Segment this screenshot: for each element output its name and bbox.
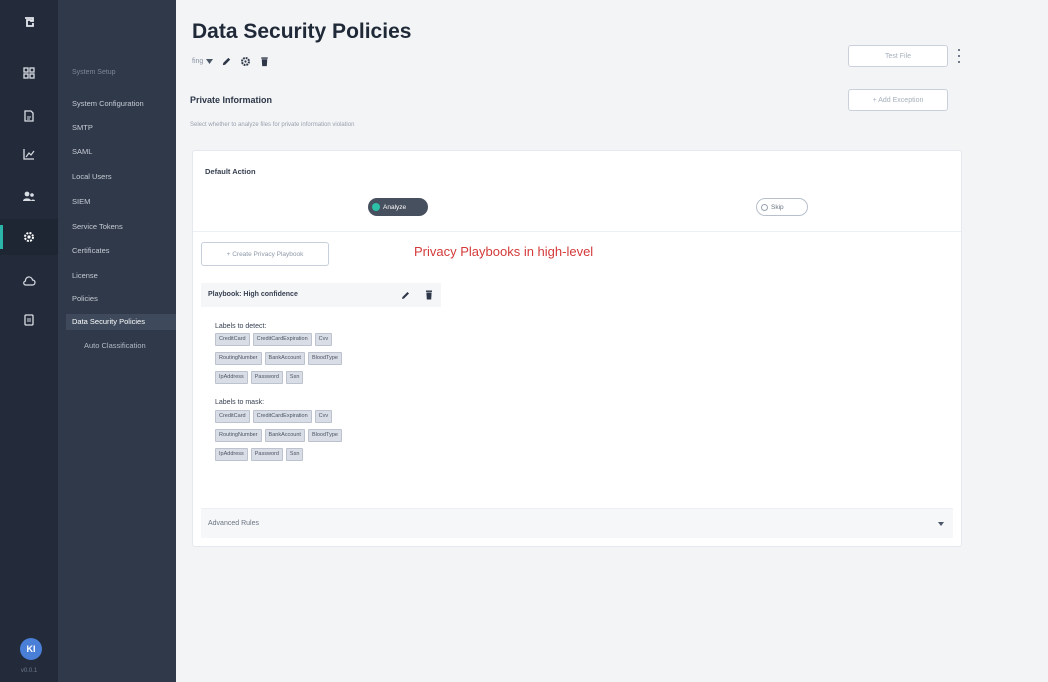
policy-card: Default Action Analyze Skip + Create Pri… bbox=[192, 150, 962, 547]
document-icon[interactable] bbox=[0, 302, 58, 338]
advanced-rules-accordion[interactable]: Advanced Rules bbox=[201, 508, 953, 538]
caret-down-icon bbox=[206, 58, 214, 64]
mask-tag: CreditCard bbox=[215, 410, 250, 423]
subnav-item-license[interactable]: License bbox=[72, 271, 98, 280]
page-title: Data Security Policies bbox=[192, 20, 412, 43]
detect-tag: BankAccount bbox=[264, 352, 305, 365]
mask-tag-row: RoutingNumber BankAccount BloodType bbox=[215, 429, 342, 442]
version-selector-value: fing bbox=[192, 57, 204, 65]
section-subtitle: Select whether to analyze files for priv… bbox=[190, 122, 355, 128]
radio-selected-icon bbox=[372, 203, 380, 211]
detect-tag: CreditCard bbox=[215, 333, 250, 346]
grid-icon[interactable] bbox=[0, 55, 58, 91]
detect-tag: Cvv bbox=[314, 333, 333, 346]
advanced-rules-label: Advanced Rules bbox=[208, 520, 259, 527]
cloud-icon[interactable] bbox=[0, 263, 58, 299]
delete-playbook-trash-icon[interactable] bbox=[423, 289, 435, 301]
users-icon[interactable] bbox=[0, 178, 58, 214]
subnav-item-policies[interactable]: Policies bbox=[72, 294, 98, 303]
playbook-name: Playbook: High confidence bbox=[208, 291, 298, 298]
pencil-icon[interactable] bbox=[220, 55, 232, 67]
radio-unselected-icon bbox=[761, 203, 768, 211]
skip-label: Skip bbox=[771, 203, 784, 211]
detect-tag-row: CreditCard CreditCardExpiration Cvv bbox=[215, 333, 333, 346]
detect-tag: BloodType bbox=[307, 352, 342, 365]
detect-tag-row: RoutingNumber BankAccount BloodType bbox=[215, 352, 342, 365]
detect-tag: CreditCardExpiration bbox=[252, 333, 312, 346]
card-divider bbox=[193, 231, 961, 232]
edit-playbook-pencil-icon[interactable] bbox=[400, 289, 412, 301]
labels-to-detect-title: Labels to detect: bbox=[215, 323, 267, 330]
mask-tag-row: CreditCard CreditCardExpiration Cvv bbox=[215, 410, 333, 423]
subnav-item-system-configuration[interactable]: System Configuration bbox=[72, 99, 144, 108]
mask-tag-row: IpAddress Password Ssn bbox=[215, 448, 304, 461]
subnav-item-auto-classification[interactable]: Auto Classification bbox=[84, 341, 146, 350]
version-selector[interactable]: fing bbox=[192, 57, 214, 65]
detect-tag: Ssn bbox=[285, 371, 304, 384]
mask-tag: IpAddress bbox=[215, 448, 248, 461]
annotation-text: Privacy Playbooks in high-level bbox=[414, 244, 594, 259]
gear-icon[interactable] bbox=[0, 219, 58, 255]
skip-radio[interactable]: Skip bbox=[756, 198, 808, 216]
trash-icon[interactable] bbox=[258, 55, 270, 67]
settings-subnav: System Setup System Configuration SMTP S… bbox=[58, 0, 176, 682]
subnav-item-data-security-policies[interactable]: Data Security Policies bbox=[66, 314, 176, 330]
main-content: Data Security Policies fing Test File + … bbox=[176, 0, 1048, 682]
mask-tag: CreditCardExpiration bbox=[252, 410, 312, 423]
mask-tag: RoutingNumber bbox=[215, 429, 262, 442]
app-window: KI v0.0.1 System Setup System Configurat… bbox=[0, 0, 1048, 682]
mask-tag: Cvv bbox=[314, 410, 333, 423]
playbook-header: Playbook: High confidence bbox=[201, 283, 441, 307]
mask-tag: Password bbox=[250, 448, 283, 461]
subnav-item-local-users[interactable]: Local Users bbox=[72, 172, 112, 181]
subnav-item-service-tokens[interactable]: Service Tokens bbox=[72, 222, 123, 231]
mask-tag: BankAccount bbox=[264, 429, 305, 442]
mask-tag: BloodType bbox=[307, 429, 342, 442]
test-file-button[interactable]: Test File bbox=[848, 45, 948, 67]
app-logo-icon[interactable] bbox=[0, 4, 58, 40]
avatar[interactable]: KI bbox=[20, 638, 42, 660]
settings-gear-icon[interactable] bbox=[239, 55, 251, 67]
version-label: v0.0.1 bbox=[20, 668, 38, 674]
labels-to-mask-title: Labels to mask: bbox=[215, 399, 265, 406]
detect-tag: IpAddress bbox=[215, 371, 248, 384]
analyze-radio[interactable]: Analyze bbox=[368, 198, 428, 216]
more-options-icon[interactable] bbox=[955, 49, 963, 63]
add-exception-button[interactable]: + Add Exception bbox=[848, 89, 948, 111]
subnav-item-smtp[interactable]: SMTP bbox=[72, 123, 93, 132]
create-privacy-playbook-button[interactable]: + Create Privacy Playbook bbox=[201, 242, 329, 266]
policy-toolbar: fing bbox=[192, 53, 270, 69]
section-title: Private Information bbox=[190, 95, 273, 105]
subnav-item-siem[interactable]: SIEM bbox=[72, 197, 90, 206]
detect-tag: RoutingNumber bbox=[215, 352, 262, 365]
chart-icon[interactable] bbox=[0, 136, 58, 172]
icon-rail: KI v0.0.1 bbox=[0, 0, 58, 682]
default-action-label: Default Action bbox=[205, 167, 256, 176]
subnav-item-certificates[interactable]: Certificates bbox=[72, 246, 110, 255]
subnav-item-saml[interactable]: SAML bbox=[72, 147, 92, 156]
detect-tag: Password bbox=[250, 371, 283, 384]
file-icon[interactable] bbox=[0, 98, 58, 134]
analyze-label: Analyze bbox=[383, 203, 407, 211]
chevron-down-icon bbox=[938, 522, 944, 526]
detect-tag-row: IpAddress Password Ssn bbox=[215, 371, 304, 384]
mask-tag: Ssn bbox=[285, 448, 304, 461]
subnav-header: System Setup bbox=[72, 69, 116, 76]
